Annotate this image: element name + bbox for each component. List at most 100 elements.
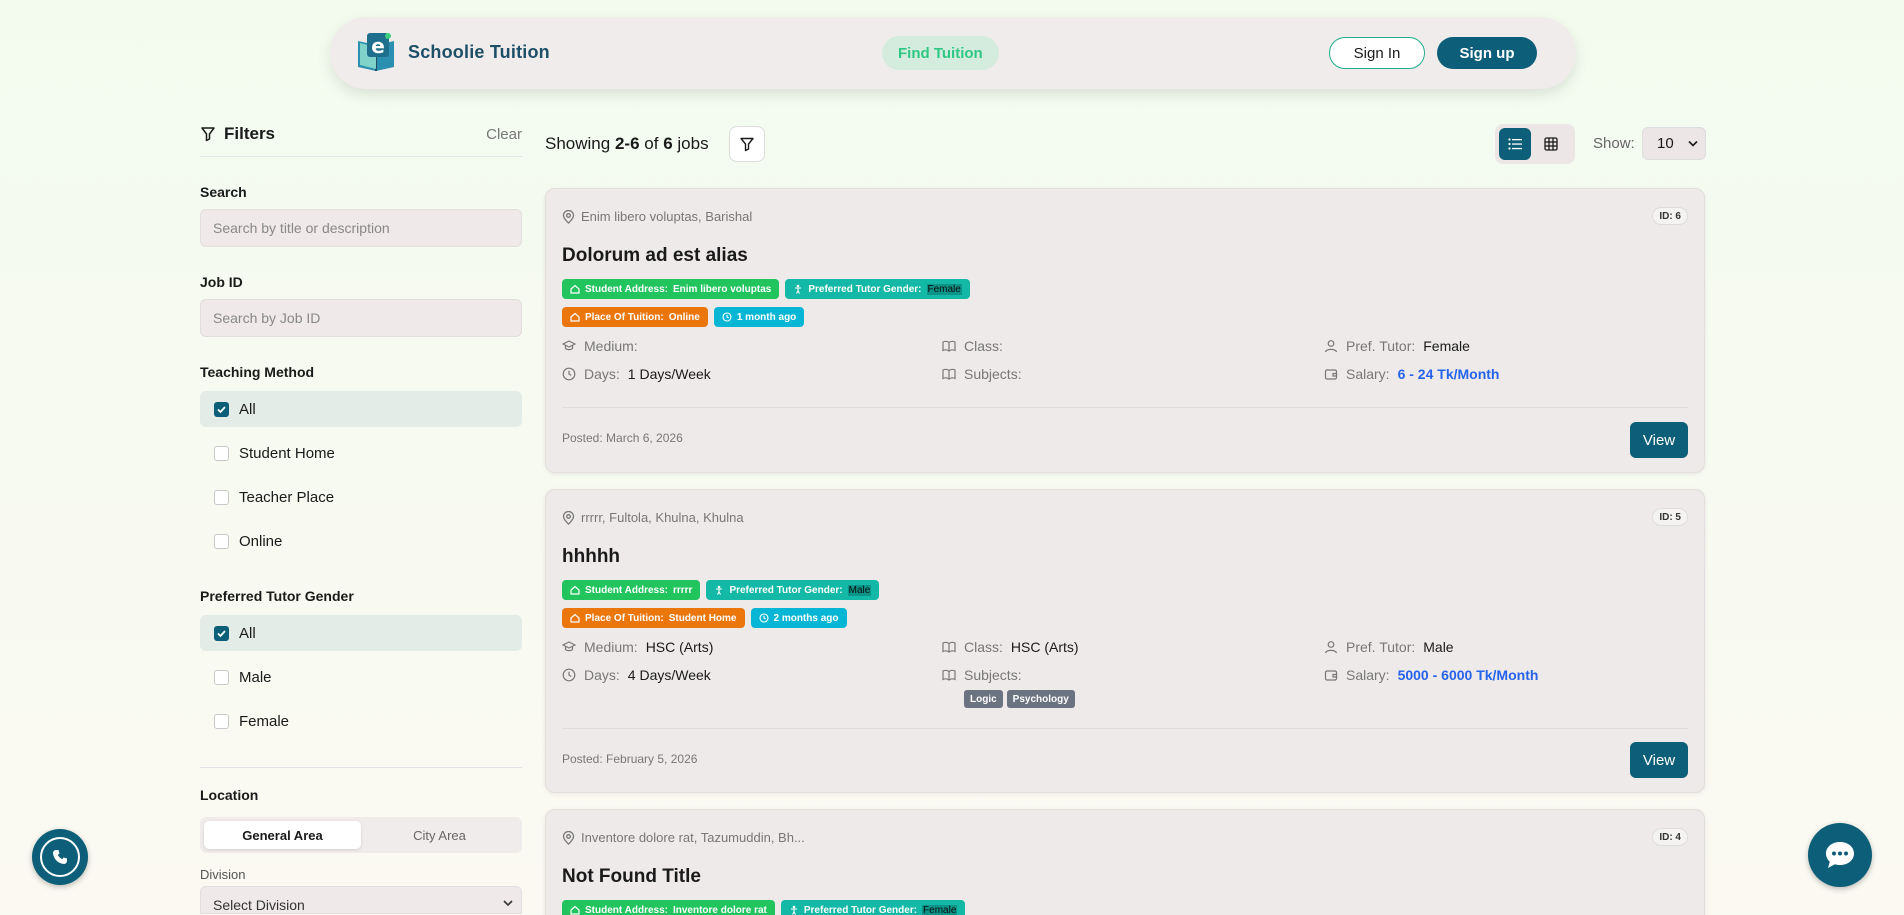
job-location: Inventore dolore rat, Tazumuddin, Bh... — [562, 830, 805, 845]
division-select[interactable]: Select Division — [200, 886, 522, 914]
field-label: Salary: — [1346, 667, 1390, 683]
field-label: Medium: — [584, 338, 638, 354]
card-divider — [562, 728, 1688, 729]
call-button[interactable] — [32, 829, 88, 885]
salary-value: 6 - 24 Tk/Month — [1397, 366, 1500, 382]
chat-bubble-icon — [1826, 842, 1854, 868]
checkbox-checked-icon[interactable] — [214, 401, 229, 417]
clock-icon — [722, 312, 732, 322]
field-value: 1 Days/Week — [627, 366, 711, 382]
showing-prefix: Showing — [545, 134, 611, 153]
gender-option-male[interactable]: Male — [200, 659, 522, 695]
checkbox-icon[interactable] — [214, 445, 229, 461]
place-of-tuition-badge: Place Of Tuition: Student Home — [562, 608, 745, 628]
checkbox-icon[interactable] — [214, 533, 229, 549]
results-count: Showing 2-6 of 6 jobs — [545, 134, 709, 154]
brand-logo[interactable]: e Schoolie Tuition — [354, 31, 550, 73]
sign-up-button[interactable]: Sign up — [1437, 37, 1537, 69]
sign-in-button[interactable]: Sign In — [1329, 37, 1425, 69]
teaching-option-all[interactable]: All — [200, 391, 522, 427]
checkbox-icon[interactable] — [214, 489, 229, 505]
job-badges-row-2: Place Of Tuition: Online 1 month ago — [562, 307, 805, 327]
wallet-icon — [1324, 369, 1338, 380]
clock-icon — [562, 367, 576, 381]
search-input[interactable]: Search by title or description — [200, 209, 522, 247]
clock-icon — [758, 613, 769, 623]
checkbox-icon[interactable] — [214, 669, 229, 685]
list-view-button[interactable] — [1499, 128, 1531, 160]
graduation-cap-icon — [562, 641, 576, 652]
gender-option-all[interactable]: All — [200, 615, 522, 651]
grid-icon — [1544, 137, 1558, 151]
map-pin-icon — [562, 830, 575, 845]
teaching-option-label: Teacher Place — [239, 488, 335, 506]
job-location: Enim libero voluptas, Barishal — [562, 209, 752, 224]
job-title[interactable]: hhhhh — [562, 546, 620, 568]
user-icon — [1324, 641, 1338, 654]
filters-title-text: Filters — [224, 124, 276, 143]
wallet-icon — [1324, 670, 1338, 681]
svg-text:e: e — [371, 34, 385, 58]
map-pin-icon — [562, 209, 575, 224]
map-pin-icon — [562, 510, 575, 525]
preferred-gender-badge: Preferred Tutor Gender: Female — [780, 900, 966, 915]
medium-field: Medium: — [562, 338, 646, 354]
phone-ring — [40, 837, 80, 877]
top-navbar: e Schoolie Tuition Find Tuition Sign In … — [330, 17, 1576, 89]
chat-button[interactable] — [1808, 823, 1872, 887]
nav-find-tuition[interactable]: Find Tuition — [882, 36, 999, 70]
job-title[interactable]: Dolorum ad est alias — [562, 245, 748, 267]
location-label: Location — [200, 787, 259, 803]
teaching-method-section: Teaching Method All Student Home Teacher… — [200, 364, 522, 559]
show-label: Show: — [1593, 135, 1635, 152]
job-id-badge: ID: 6 — [1652, 207, 1688, 225]
teaching-option-online[interactable]: Online — [200, 523, 522, 559]
jobid-input[interactable]: Search by Job ID — [200, 299, 522, 337]
job-card[interactable]: rrrrr, Fultola, Khulna, Khulna ID: 5 hhh… — [545, 489, 1705, 793]
tab-city-area[interactable]: City Area — [361, 821, 518, 849]
home-icon — [570, 613, 580, 623]
teaching-option-teacher-place[interactable]: Teacher Place — [200, 479, 522, 515]
badge-value: Female — [922, 904, 958, 915]
clear-filters-link[interactable]: Clear — [486, 126, 522, 143]
days-field: Days: 4 Days/Week — [562, 667, 711, 683]
toggle-filters-button[interactable] — [729, 126, 765, 162]
field-label: Subjects: — [964, 366, 1022, 382]
job-location: rrrrr, Fultola, Khulna, Khulna — [562, 510, 744, 525]
grid-view-button[interactable] — [1535, 128, 1567, 160]
job-badges-row-1: Student Address: Inventore dolore rat Pr… — [562, 900, 966, 915]
field-label: Class: — [964, 338, 1003, 354]
location-section: Location General Area City Area Division… — [200, 787, 522, 914]
preferred-gender-badge: Preferred Tutor Gender: Male — [706, 580, 880, 600]
tab-general-area[interactable]: General Area — [204, 821, 361, 849]
days-field: Days: 1 Days/Week — [562, 366, 711, 382]
filters-sidebar: Filters Clear Search Search by title or … — [200, 124, 522, 914]
job-card[interactable]: Inventore dolore rat, Tazumuddin, Bh... … — [545, 809, 1705, 915]
view-job-button[interactable]: View — [1630, 422, 1688, 458]
teaching-option-student-home[interactable]: Student Home — [200, 435, 522, 471]
division-label: Division — [200, 867, 246, 882]
book-open-icon — [942, 368, 956, 380]
time-ago-badge: 2 months ago — [750, 608, 847, 628]
job-badges-row-1: Student Address: rrrrr Preferred Tutor G… — [562, 580, 880, 600]
gender-option-female[interactable]: Female — [200, 703, 522, 739]
page-size-select[interactable]: 10 — [1642, 127, 1706, 160]
badge-label: Preferred Tutor Gender: — [803, 904, 918, 915]
subjects-field: Subjects: — [942, 366, 1022, 382]
subject-tag: Logic — [964, 690, 1003, 708]
field-value: 4 Days/Week — [627, 667, 711, 683]
checkbox-icon[interactable] — [214, 713, 229, 729]
job-badges-row-1: Student Address: Enim libero voluptas Pr… — [562, 279, 970, 299]
job-title[interactable]: Not Found Title — [562, 866, 701, 888]
field-label: Medium: — [584, 639, 638, 655]
checkbox-checked-icon[interactable] — [214, 625, 229, 641]
gender-option-label: All — [239, 624, 256, 642]
results-range: 2-6 — [614, 134, 640, 153]
search-section: Search Search by title or description — [200, 184, 522, 247]
student-address-badge: Student Address: Enim libero voluptas — [562, 279, 780, 299]
teaching-method-label: Teaching Method — [200, 364, 315, 380]
job-card[interactable]: Enim libero voluptas, Barishal ID: 6 Dol… — [545, 188, 1705, 473]
card-divider — [562, 407, 1688, 408]
view-job-button[interactable]: View — [1630, 742, 1688, 778]
graduation-cap-icon — [562, 340, 576, 351]
